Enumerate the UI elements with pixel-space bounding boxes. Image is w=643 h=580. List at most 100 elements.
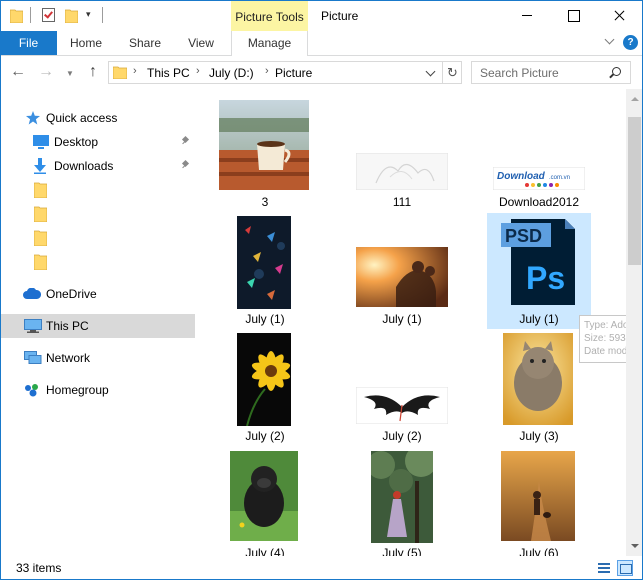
breadcrumb-chevron-icon[interactable]: › (265, 65, 269, 77)
navigation-pane: Quick access Desktop Downloads OneDrive … (0, 89, 196, 556)
pin-icon[interactable] (181, 137, 190, 146)
tab-home[interactable]: Home (64, 31, 108, 55)
folder-icon (34, 182, 47, 198)
sidebar-item-network[interactable]: Network (0, 346, 195, 370)
sidebar-item-label: Network (46, 351, 91, 365)
sidebar-item-desktop[interactable]: Desktop (0, 130, 195, 154)
network-icon (24, 351, 42, 364)
file-item[interactable]: July (2) (213, 330, 317, 446)
search-icon[interactable] (612, 67, 621, 76)
search-box[interactable] (471, 61, 631, 84)
image-thumbnail: Download .com.vn (493, 167, 585, 190)
file-item[interactable]: 111 (350, 96, 454, 212)
tab-view[interactable]: View (181, 31, 221, 55)
folder-icon (113, 66, 127, 79)
window-title: Picture (321, 9, 359, 23)
file-item[interactable]: July (4) (213, 447, 317, 556)
file-item[interactable]: Download .com.vn Download2012 (487, 96, 591, 212)
file-item[interactable]: July (1) (213, 213, 317, 329)
download-icon (34, 158, 46, 174)
sidebar-item-homegroup[interactable]: Homegroup (0, 378, 195, 402)
details-view-icon[interactable] (596, 560, 612, 576)
sidebar-item-folder[interactable] (0, 202, 195, 226)
search-input[interactable] (480, 65, 605, 81)
psd-letters: Ps (526, 260, 565, 296)
address-dropdown-icon[interactable] (424, 65, 438, 81)
ribbon-tabs: File Home Share View Manage ? (0, 31, 643, 56)
file-item[interactable]: July (1) (350, 213, 454, 329)
vertical-scrollbar[interactable] (626, 89, 643, 556)
help-icon[interactable]: ? (623, 35, 638, 50)
file-name: 111 (392, 195, 412, 209)
close-button[interactable] (596, 0, 642, 31)
up-arrow-icon[interactable]: ↑ (85, 64, 101, 80)
sidebar-item-label: Desktop (54, 135, 99, 149)
sidebar-item-label: Downloads (54, 159, 114, 173)
breadcrumb-drive[interactable]: July (D:) (209, 66, 254, 80)
back-arrow-icon[interactable]: ← (10, 64, 26, 80)
breadcrumb-this-pc[interactable]: This PC (147, 66, 190, 80)
tab-share[interactable]: Share (123, 31, 167, 55)
new-folder-icon[interactable] (65, 8, 78, 23)
image-thumbnail (356, 153, 448, 190)
expand-ribbon-icon[interactable] (604, 36, 616, 48)
refresh-icon[interactable]: ↻ (442, 62, 462, 83)
folder-icon[interactable] (10, 8, 23, 23)
image-thumbnail (237, 333, 291, 426)
status-bar: 33 items (0, 556, 643, 580)
title-bar: ▾ Picture Tools Picture (0, 0, 643, 31)
breadcrumb-chevron-icon[interactable]: › (196, 65, 200, 77)
sidebar-item-folder[interactable] (0, 250, 195, 274)
file-name: July (6) (519, 546, 559, 556)
scroll-thumb[interactable] (628, 117, 641, 265)
customize-toolbar-icon[interactable]: ▾ (86, 9, 91, 20)
file-name: July (2) (245, 429, 285, 443)
minimize-button[interactable] (504, 0, 550, 31)
scroll-up-arrow-icon[interactable] (626, 89, 643, 106)
image-thumbnail (501, 451, 575, 541)
file-name: Download2012 (498, 195, 580, 209)
file-name: July (2) (382, 429, 422, 443)
scroll-down-arrow-icon[interactable] (626, 539, 643, 556)
recent-locations-icon[interactable]: ▼ (62, 66, 78, 82)
sidebar-item-label: Homegroup (46, 383, 109, 397)
file-item[interactable]: 3 (213, 96, 317, 212)
homegroup-icon (25, 384, 38, 397)
folder-icon (34, 254, 47, 270)
sidebar-item-downloads[interactable]: Downloads (0, 154, 195, 178)
file-item[interactable]: July (3) (487, 330, 591, 446)
image-thumbnail (356, 247, 448, 307)
star-icon (26, 111, 40, 125)
breadcrumb-chevron-icon[interactable]: › (133, 65, 137, 77)
file-name: 3 (261, 195, 269, 209)
pin-icon[interactable] (181, 161, 190, 170)
maximize-button[interactable] (550, 0, 596, 31)
file-item[interactable]: July (5) (350, 447, 454, 556)
item-count: 33 items (16, 561, 62, 575)
breadcrumb-picture[interactable]: Picture (275, 66, 312, 80)
file-name: July (3) (519, 429, 559, 443)
file-name: July (1) (382, 312, 422, 326)
file-item-selected[interactable]: PSD Ps July (1) (487, 213, 591, 329)
file-item[interactable]: July (6) (487, 447, 591, 556)
sidebar-item-this-pc[interactable]: This PC (0, 314, 195, 338)
properties-icon[interactable] (42, 8, 55, 22)
image-thumbnail (219, 100, 309, 190)
sidebar-item-quick-access[interactable]: Quick access (0, 106, 195, 130)
sidebar-item-label: OneDrive (46, 287, 97, 301)
sidebar-item-label: Quick access (46, 111, 118, 125)
file-item[interactable]: July (2) (350, 330, 454, 446)
photoshop-file-icon: PSD Ps (501, 219, 575, 305)
toolbar-separator (30, 7, 31, 23)
image-thumbnail (503, 333, 573, 425)
logo-suffix: .com.vn (549, 175, 570, 181)
sidebar-item-onedrive[interactable]: OneDrive (0, 282, 195, 306)
sidebar-item-folder[interactable] (0, 226, 195, 250)
tab-manage[interactable]: Manage (231, 31, 308, 56)
large-icons-view-icon[interactable] (617, 560, 633, 576)
forward-arrow-icon[interactable]: → (38, 64, 54, 80)
file-name: July (5) (382, 546, 422, 556)
sidebar-item-folder[interactable] (0, 178, 195, 202)
address-bar[interactable]: › This PC › July (D:) › Picture ↻ (108, 61, 462, 84)
tab-file[interactable]: File (0, 31, 57, 55)
